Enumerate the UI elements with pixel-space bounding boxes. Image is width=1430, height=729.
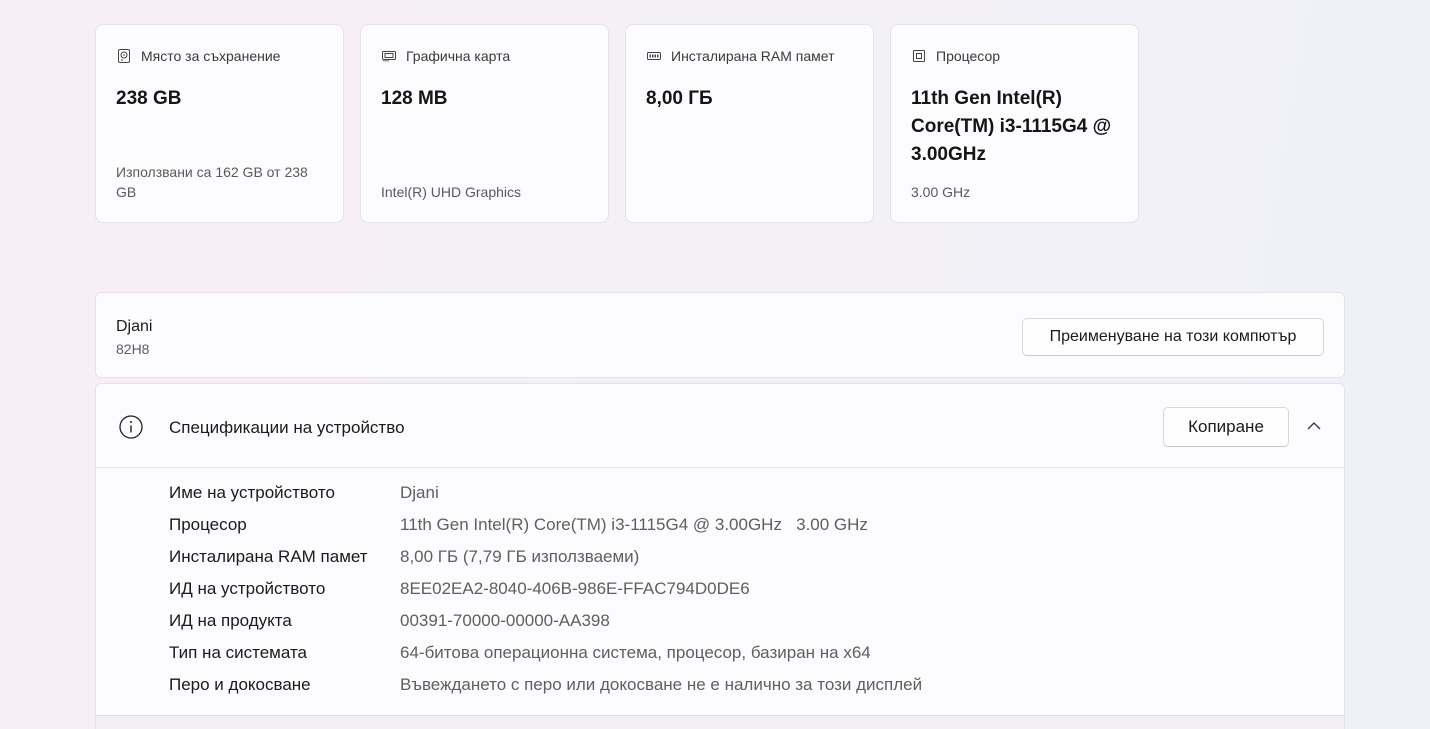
spec-label: Име на устройството [169, 483, 335, 502]
spec-value: 8EE02EA2-8040-406B-986E-FFAC794D0DE6 [400, 579, 750, 598]
graphics-card-label: Графична карта [406, 48, 511, 64]
spec-label: Процесор [169, 515, 247, 534]
ram-icon [647, 52, 661, 60]
storage-card-label: Място за съхранение [141, 48, 281, 64]
spec-row-pen-touch: Перо и докосване Въвеждането с перо или … [96, 675, 1344, 707]
spec-row-device-id: ИД на устройството 8EE02EA2-8040-406B-98… [96, 579, 1344, 611]
storage-card[interactable]: Място за съхранение 238 GB Използвани са… [95, 24, 344, 223]
graphics-card-model: Intel(R) UHD Graphics [381, 184, 522, 200]
device-specifications-title: Спецификации на устройство [169, 418, 405, 437]
ram-card-value: 8,00 ГБ [646, 88, 713, 109]
graphics-card[interactable]: Графична карта 128 MB Intel(R) UHD Graph… [360, 24, 609, 223]
graphics-card-icon [382, 51, 396, 62]
device-name-panel: Djani 82H8 Преименуване на този компютър [95, 292, 1345, 378]
spec-row-product-id: ИД на продукта 00391-70000-00000-AA398 [96, 611, 1344, 643]
spec-row-device-name: Име на устройството Djani [96, 483, 1344, 515]
graphics-card-value: 128 MB [381, 88, 448, 109]
processor-card-speed: 3.00 GHz [911, 184, 971, 200]
spec-label: ИД на устройството [169, 579, 326, 598]
spec-row-ram: Инсталирана RAM памет 8,00 ГБ (7,79 ГБ и… [96, 547, 1344, 579]
spec-value: 11th Gen Intel(R) Core(TM) i3-1115G4 @ 3… [400, 515, 868, 534]
spec-label: Перо и докосване [169, 675, 311, 694]
rename-pc-button[interactable]: Преименуване на този компютър [1022, 318, 1324, 356]
spec-label: Тип на системата [169, 643, 307, 662]
device-specifications-panel: Спецификации на устройство Копиране Име … [95, 383, 1345, 729]
ram-card-label: Инсталирана RAM памет [671, 48, 835, 64]
spec-value: 8,00 ГБ (7,79 ГБ използваеми) [400, 547, 640, 566]
spec-row-system-type: Тип на системата 64-битова операционна с… [96, 643, 1344, 675]
device-model: 82H8 [116, 341, 150, 357]
spec-list: Име на устройството Djani Процесор 11th … [96, 468, 1344, 707]
device-specifications-header[interactable]: Спецификации на устройство Копиране [96, 384, 1344, 468]
spec-row-processor: Процесор 11th Gen Intel(R) Core(TM) i3-1… [96, 515, 1344, 547]
processor-card[interactable]: Процесор 11th Gen Intel(R) Core(TM) i3-1… [890, 24, 1139, 223]
storage-icon [118, 49, 130, 63]
spec-value: 00391-70000-00000-AA398 [400, 611, 610, 630]
related-section-strip [96, 715, 1344, 729]
copy-button[interactable]: Копиране [1163, 407, 1289, 447]
chevron-up-icon[interactable] [1306, 418, 1322, 434]
info-icon [119, 415, 143, 439]
storage-card-value: 238 GB [116, 88, 182, 109]
hardware-cards: Място за съхранение 238 GB Използвани са… [95, 24, 1139, 223]
spec-label: Инсталирана RAM памет [169, 547, 368, 566]
processor-icon [913, 50, 925, 62]
spec-value: Djani [400, 483, 439, 502]
spec-value: Въвеждането с перо или докосване не е на… [400, 675, 923, 694]
spec-value: 64-битова операционна система, процесор,… [400, 643, 871, 662]
spec-label: ИД на продукта [169, 611, 292, 630]
processor-card-label: Процесор [936, 48, 1001, 64]
storage-card-usage: Използвани са 162 GB от 238 GB [116, 164, 308, 200]
processor-card-value: 11th Gen Intel(R) Core(TM) i3-1115G4 @ 3… [911, 88, 1112, 165]
device-name: Djani [116, 318, 153, 335]
ram-card[interactable]: Инсталирана RAM памет 8,00 ГБ [625, 24, 874, 223]
